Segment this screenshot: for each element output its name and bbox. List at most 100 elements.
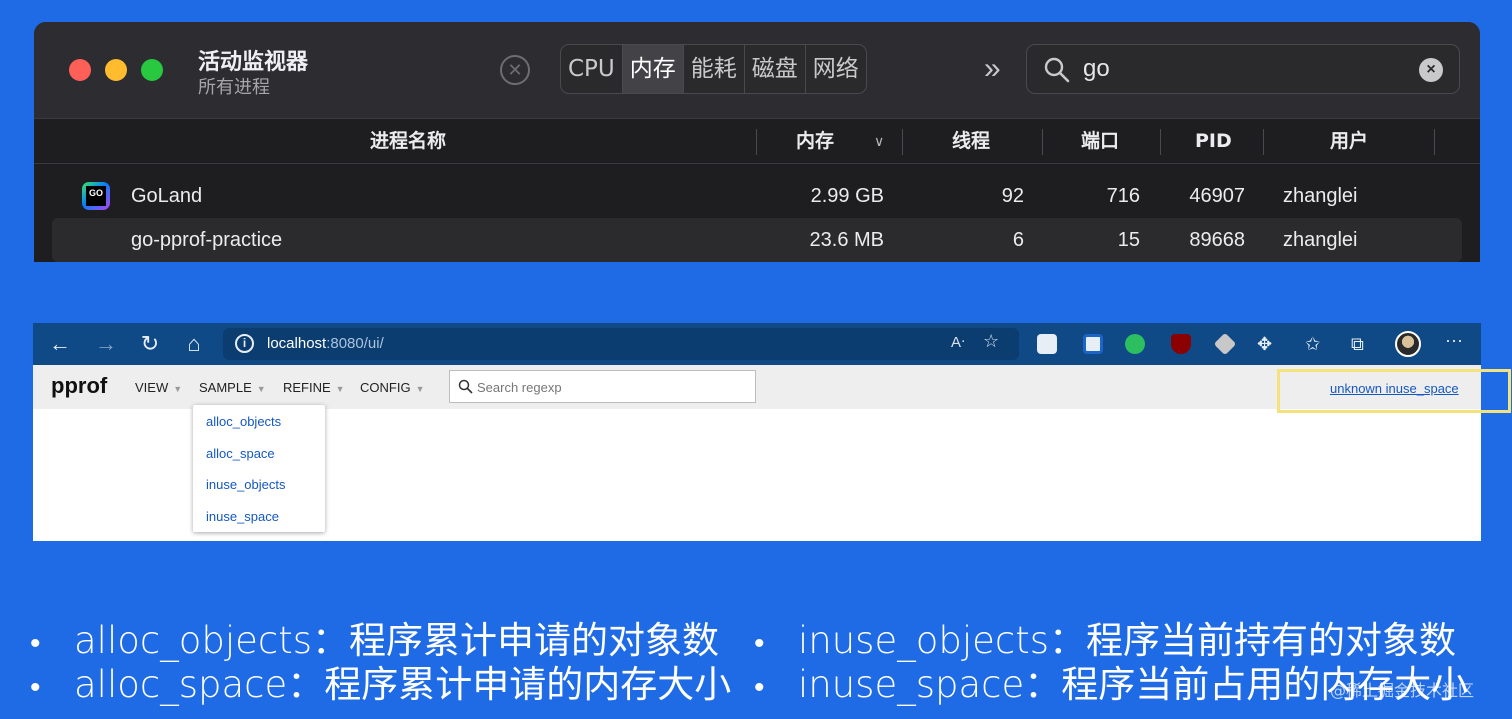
- extension-ublock-icon[interactable]: [1171, 334, 1191, 354]
- table-row[interactable]: go-pprof-practice 23.6 MB 6 15 89668 zha…: [52, 218, 1462, 262]
- home-icon[interactable]: ⌂: [181, 331, 207, 357]
- menu-config[interactable]: CONFIG ▼: [360, 380, 424, 395]
- browser-window: ← → ↻ ⌂ i localhost:8080/ui/ Aᐧ ☆ ✥ ✩ ⧉ …: [33, 323, 1481, 541]
- watermark: @稀土掘金技术社区: [1330, 681, 1475, 700]
- search-regexp-input[interactable]: [477, 377, 747, 397]
- regexp-search-box[interactable]: [449, 370, 756, 403]
- process-pid: 89668: [1189, 229, 1245, 251]
- collections-icon[interactable]: ⧉: [1351, 331, 1364, 357]
- browser-toolbar: ← → ↻ ⌂ i localhost:8080/ui/ Aᐧ ☆ ✥ ✩ ⧉ …: [33, 323, 1481, 365]
- sample-option-inuse-space[interactable]: inuse_space: [206, 509, 279, 524]
- column-process-name[interactable]: 进程名称: [370, 119, 446, 163]
- process-threads: 6: [1012, 229, 1024, 251]
- process-ports: 15: [1117, 229, 1140, 251]
- extension-shield-icon[interactable]: [1083, 334, 1103, 354]
- sort-descending-icon[interactable]: ∨: [874, 133, 884, 150]
- bullet-item: • alloc_space：程序累计申请的内存大小: [30, 654, 731, 708]
- table-row[interactable]: GoLand 2.99 GB 92 716 46907 zhanglei: [34, 174, 1480, 218]
- process-memory: 23.6 MB: [809, 229, 884, 251]
- column-divider: [756, 129, 757, 155]
- process-memory: 2.99 GB: [810, 185, 884, 207]
- tab-network[interactable]: 网络: [806, 45, 866, 93]
- zoom-window-button[interactable]: [141, 59, 163, 81]
- column-pid[interactable]: PID: [1195, 119, 1232, 163]
- more-chevron-icon[interactable]: »: [984, 52, 1001, 86]
- process-ports: 716: [1106, 185, 1140, 207]
- tab-memory[interactable]: 内存: [622, 45, 684, 93]
- caret-down-icon: ▼: [335, 384, 345, 394]
- pprof-logo: pprof: [51, 373, 108, 398]
- process-user: zhanglei: [1283, 185, 1358, 207]
- menu-sample-label: SAMPLE: [199, 380, 252, 395]
- bullet-dot: •: [30, 670, 41, 705]
- goland-app-icon: [82, 182, 110, 210]
- menu-refine-label: REFINE: [283, 380, 331, 395]
- sample-option-alloc-space[interactable]: alloc_space: [206, 446, 275, 461]
- column-threads[interactable]: 线程: [952, 119, 990, 163]
- column-divider: [902, 129, 903, 155]
- favorites-icon[interactable]: ✩: [1305, 331, 1320, 357]
- caret-down-icon: ▼: [415, 384, 425, 394]
- add-favorite-icon[interactable]: ☆: [983, 331, 999, 352]
- bullet-term: alloc_space: [74, 663, 288, 706]
- close-window-button[interactable]: [69, 59, 91, 81]
- process-pid: 46907: [1189, 185, 1245, 207]
- minimize-window-button[interactable]: [105, 59, 127, 81]
- clear-search-icon[interactable]: ×: [1419, 58, 1443, 82]
- sample-option-alloc-objects[interactable]: alloc_objects: [206, 414, 281, 429]
- read-aloud-icon[interactable]: Aᐧ: [951, 333, 965, 351]
- extension-evernote-icon[interactable]: [1125, 334, 1145, 354]
- menu-config-label: CONFIG: [360, 380, 411, 395]
- caret-down-icon: ▼: [256, 384, 266, 394]
- column-ports[interactable]: 端口: [1081, 119, 1119, 163]
- search-value: go: [1083, 55, 1110, 82]
- column-divider: [1263, 129, 1264, 155]
- legend-highlight-box: [1277, 369, 1511, 413]
- profile-avatar[interactable]: [1395, 331, 1421, 357]
- activity-monitor-window: 活动监视器 所有进程 ✕ CPU 内存 能耗 磁盘 网络 » go × 进程名称…: [34, 22, 1480, 262]
- column-divider: [1160, 129, 1161, 155]
- extension-reader-icon[interactable]: [1037, 334, 1057, 354]
- extensions-puzzle-icon[interactable]: ✥: [1257, 331, 1272, 357]
- column-divider: [1042, 129, 1043, 155]
- bullet-desc: ：程序累计申请的内存大小: [287, 663, 732, 706]
- pprof-navbar: pprof VIEW▼ SAMPLE▼ REFINE▼ CONFIG▼ unkn…: [33, 365, 1481, 409]
- menu-view[interactable]: VIEW ▼: [135, 380, 182, 395]
- tab-disk[interactable]: 磁盘: [745, 45, 806, 93]
- process-name: GoLand: [131, 185, 203, 207]
- more-menu-icon[interactable]: ···: [1445, 327, 1463, 353]
- bullet-dot: •: [754, 670, 765, 705]
- process-name: go-pprof-practice: [131, 229, 283, 251]
- column-divider: [1434, 129, 1435, 155]
- column-memory[interactable]: 内存: [796, 119, 834, 163]
- search-icon: [1044, 57, 1070, 83]
- url-host: localhost: [267, 335, 327, 352]
- tab-energy[interactable]: 能耗: [684, 45, 745, 93]
- sample-dropdown-menu: alloc_objects alloc_space inuse_objects …: [193, 405, 325, 532]
- tab-cpu[interactable]: CPU: [561, 45, 623, 93]
- address-bar[interactable]: i localhost:8080/ui/ Aᐧ ☆: [223, 328, 1019, 360]
- search-icon: [458, 379, 473, 394]
- sample-option-inuse-objects[interactable]: inuse_objects: [206, 477, 286, 492]
- refresh-icon[interactable]: ↻: [137, 331, 163, 357]
- menu-refine[interactable]: REFINE ▼: [283, 380, 345, 395]
- site-info-icon[interactable]: i: [235, 334, 254, 353]
- stop-process-button[interactable]: ✕: [500, 55, 530, 85]
- bullet-term: inuse_space: [798, 663, 1025, 706]
- category-segmented-control: CPU 内存 能耗 磁盘 网络: [560, 44, 867, 94]
- process-search-field[interactable]: go ×: [1026, 44, 1460, 94]
- window-subtitle: 所有进程: [198, 77, 270, 98]
- forward-arrow-icon[interactable]: →: [93, 331, 119, 357]
- window-title: 活动监视器: [198, 50, 309, 75]
- column-user[interactable]: 用户: [1330, 119, 1368, 163]
- menu-view-label: VIEW: [135, 380, 169, 395]
- extension-cube-icon[interactable]: [1213, 332, 1237, 356]
- url-text[interactable]: localhost:8080/ui/: [267, 335, 384, 352]
- table-header: 进程名称 内存 ∨ 线程 端口 PID 用户: [34, 118, 1480, 164]
- process-threads: 92: [1001, 185, 1024, 207]
- menu-sample[interactable]: SAMPLE ▼: [199, 380, 266, 395]
- caret-down-icon: ▼: [173, 384, 183, 394]
- process-user: zhanglei: [1283, 229, 1358, 251]
- toolbar: 活动监视器 所有进程 ✕ CPU 内存 能耗 磁盘 网络 » go ×: [34, 22, 1480, 118]
- back-arrow-icon[interactable]: ←: [47, 331, 73, 357]
